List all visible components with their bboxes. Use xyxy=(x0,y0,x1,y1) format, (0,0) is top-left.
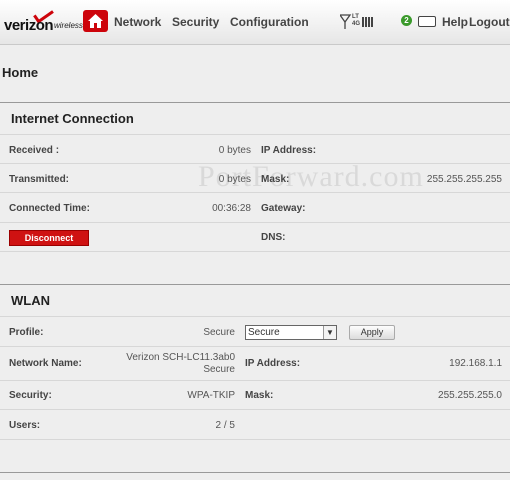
signal-label-bottom: 4G xyxy=(352,21,361,27)
apply-button[interactable]: Apply xyxy=(349,325,395,340)
connected-time-value: 00:36:28 xyxy=(212,203,251,214)
top-bar: verizon wireless Network Security Config… xyxy=(0,0,510,45)
signal-label-top: LT xyxy=(352,14,359,20)
received-label: Received : xyxy=(9,145,60,156)
profile-select-value: Secure xyxy=(248,327,280,338)
row-divider xyxy=(0,409,510,410)
network-name-value: Verizon SCH-LC11.3ab0 xyxy=(126,352,235,363)
row-divider xyxy=(0,222,510,223)
row-divider xyxy=(0,134,510,135)
nav-configuration[interactable]: Configuration xyxy=(230,15,309,29)
connected-time-label: Connected Time: xyxy=(9,203,90,214)
row-divider xyxy=(0,192,510,193)
network-name-suffix: Secure xyxy=(203,364,235,375)
wlan-mask-label: Mask: xyxy=(245,390,274,401)
wlan-section-title: WLAN xyxy=(11,293,50,308)
disconnect-button[interactable]: Disconnect xyxy=(9,230,89,246)
users-label: Users: xyxy=(9,420,41,431)
security-label: Security: xyxy=(9,390,52,401)
security-value: WPA-TKIP xyxy=(187,390,235,401)
row-divider xyxy=(0,439,510,440)
section-divider xyxy=(0,102,510,103)
status-icon[interactable]: 2 xyxy=(401,15,412,26)
nav-network[interactable]: Network xyxy=(114,15,161,29)
wlan-ip-value: 192.168.1.1 xyxy=(449,358,502,369)
wlan-mask-value: 255.255.255.0 xyxy=(438,390,502,401)
internet-mask-label: Mask: xyxy=(261,174,290,185)
row-divider xyxy=(0,380,510,381)
home-icon xyxy=(88,14,103,28)
dns-label: DNS: xyxy=(261,232,286,243)
internet-ip-label: IP Address: xyxy=(261,145,317,156)
battery-icon xyxy=(418,16,436,27)
row-divider xyxy=(0,163,510,164)
internet-section-title: Internet Connection xyxy=(11,111,134,126)
signal-icon: LT 4G xyxy=(338,14,374,30)
network-name-label: Network Name: xyxy=(9,358,82,369)
users-value: 2 / 5 xyxy=(215,420,235,431)
received-value: 0 bytes xyxy=(218,145,251,156)
transmitted-label: Transmitted: xyxy=(9,174,70,185)
wlan-ip-label: IP Address: xyxy=(245,358,301,369)
home-button[interactable] xyxy=(83,10,108,32)
logout-link[interactable]: Logout xyxy=(469,15,510,29)
section-divider xyxy=(0,472,510,473)
gateway-label: Gateway: xyxy=(261,203,306,214)
row-divider xyxy=(0,346,510,347)
row-divider xyxy=(0,316,510,317)
logo-text: verizon xyxy=(4,17,54,34)
profile-select[interactable]: Secure ▼ xyxy=(245,325,337,340)
help-link[interactable]: Help xyxy=(442,15,468,29)
row-divider xyxy=(0,251,510,252)
logo-subtext: wireless xyxy=(54,21,83,30)
internet-mask-value: 255.255.255.255 xyxy=(426,174,502,185)
profile-label: Profile: xyxy=(9,327,44,338)
profile-value: Secure xyxy=(203,327,235,338)
transmitted-value: 0 bytes xyxy=(218,174,251,185)
verizon-logo: verizon wireless xyxy=(4,5,83,36)
page-title: Home xyxy=(2,65,39,80)
nav-security[interactable]: Security xyxy=(172,15,219,29)
section-divider xyxy=(0,284,510,285)
chevron-down-icon: ▼ xyxy=(323,326,336,339)
